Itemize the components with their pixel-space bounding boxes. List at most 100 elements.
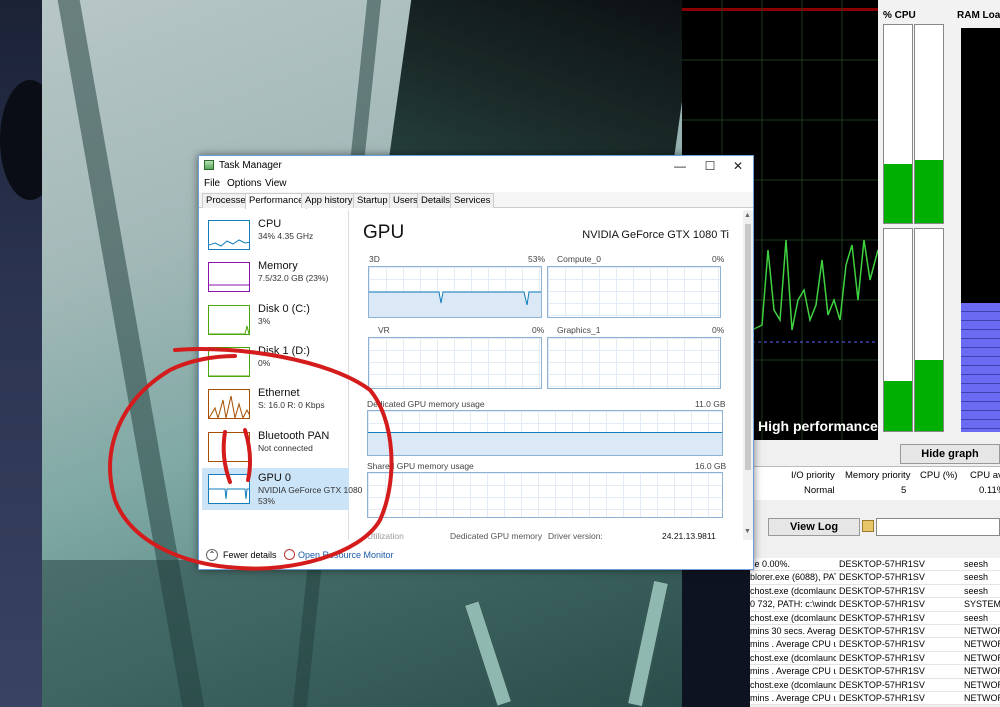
log-row[interactable]: se 0.00%. DESKTOP-57HR1SV seesh xyxy=(750,558,1000,572)
column-header[interactable]: CPU avg xyxy=(970,470,1000,481)
sidebar-item-detail: Not connected xyxy=(258,442,313,453)
view-log-row: View Log xyxy=(750,516,1000,538)
log-computer: DESKTOP-57HR1SV xyxy=(839,585,925,596)
io-priority-value: Normal xyxy=(804,485,835,496)
cpu-bar-bottom xyxy=(883,228,913,432)
log-computer: DESKTOP-57HR1SV xyxy=(839,679,925,690)
log-row[interactable]: chost.exe (dcomlaunch -p) (900), PATH...… xyxy=(750,611,1000,625)
sidebar-item-gpu-0[interactable]: GPU 0 NVIDIA GeForce GTX 1080 53% xyxy=(202,467,362,510)
maximize-button[interactable]: ☐ xyxy=(695,156,725,176)
engine-label-compute[interactable]: Compute_0 xyxy=(557,254,601,264)
log-row[interactable]: 0 732, PATH: c:\windows\system32\svc...D… xyxy=(750,598,1000,612)
cpu-bar-fill xyxy=(915,360,943,431)
sidebar-item-disk-0-c[interactable]: Disk 0 (C:) 3% xyxy=(202,299,349,341)
tab-services[interactable]: Services xyxy=(450,193,495,208)
minimize-button[interactable]: — xyxy=(665,156,695,176)
resource-sidebar: CPU 34% 4.35 GHz Memory 7.5/32.0 GB (23%) Di… xyxy=(199,210,362,540)
graph-shared-memory xyxy=(367,472,723,518)
gpu-model: NVIDIA GeForce GTX 1080 Ti xyxy=(582,229,729,241)
log-user: seesh xyxy=(964,572,989,583)
sidebar-item-disk-1-d[interactable]: Disk 1 (D:) 0% xyxy=(202,341,349,383)
engine-label-3d[interactable]: 3D xyxy=(369,254,380,264)
graph-vr xyxy=(368,337,542,389)
scroll-up-icon[interactable]: ▲ xyxy=(744,212,751,219)
sidebar-item-detail: 3% xyxy=(258,315,271,326)
view-log-button[interactable]: View Log xyxy=(768,518,860,536)
gpu-detail-pane: GPU NVIDIA GeForce GTX 1080 Ti 3D 53% Co… xyxy=(351,210,743,541)
engine-value-compute: 0% xyxy=(712,254,725,264)
sidebar-item-name: GPU 0 xyxy=(258,471,292,484)
engine-label-vr[interactable]: VR xyxy=(378,325,390,335)
sidebar-item-detail: S: 16.0 R: 0 Kbps xyxy=(258,400,325,411)
tab-details[interactable]: Details xyxy=(417,193,455,208)
sidebar-item-memory[interactable]: Memory 7.5/32.0 GB (23%) xyxy=(202,256,349,298)
log-row[interactable]: chost.exe (dcomlaunch -p) (900), PATH...… xyxy=(750,584,1000,599)
tab-app-history[interactable]: App history xyxy=(301,193,357,208)
menu-options[interactable]: Options xyxy=(227,178,261,189)
log-row[interactable]: mins . Average CPU use 0.00%.DESKTOP-57H… xyxy=(750,638,1000,652)
log-event: chost.exe (dcomlaunch -p) (900), PATH... xyxy=(750,679,836,690)
log-user: NETWOR... xyxy=(964,666,1000,677)
sparkline-thumbnail xyxy=(208,304,250,335)
column-header[interactable]: Memory priority xyxy=(845,470,910,481)
column-header[interactable]: I/O priority xyxy=(791,470,835,481)
open-resource-monitor-link[interactable]: Open Resource Monitor xyxy=(298,550,394,560)
sparkline-path xyxy=(209,284,249,286)
tab-performance[interactable]: Performance xyxy=(245,193,308,209)
tab-startup[interactable]: Startup xyxy=(353,193,392,208)
log-event: chost.exe (dcomlaunch -p) (900), PATH... xyxy=(750,652,836,663)
tab-bar: Processes Performance App history Startu… xyxy=(199,192,753,209)
log-user: NETWOR... xyxy=(964,652,1000,663)
log-computer: DESKTOP-57HR1SV xyxy=(839,666,925,677)
cpu-bar-top xyxy=(914,24,944,224)
sidebar-item-name: Memory xyxy=(258,260,298,273)
shared-memory-label: Shared GPU memory usage xyxy=(367,461,474,471)
cpu-bar-top xyxy=(883,24,913,224)
scroll-thumb[interactable] xyxy=(745,224,751,470)
sparkline-path xyxy=(209,325,249,334)
close-button[interactable]: ✕ xyxy=(723,156,753,176)
window-title: Task Manager xyxy=(219,160,282,171)
vertical-scrollbar[interactable]: ▲ ▼ xyxy=(743,210,753,540)
resource-monitor-icon[interactable] xyxy=(284,549,295,560)
title-bar[interactable]: Task Manager — ☐ ✕ xyxy=(199,156,753,176)
sparkline-thumbnail xyxy=(208,262,250,293)
cpu-bar-bottom xyxy=(914,228,944,432)
sidebar-item-ethernet[interactable]: Ethernet S: 16.0 R: 0 Kbps xyxy=(202,383,349,425)
ram-header: RAM Load xyxy=(957,10,1000,21)
log-row[interactable]: mins . Average CPU use 0.00%.DESKTOP-57H… xyxy=(750,665,1000,679)
fewer-details-link[interactable]: Fewer details xyxy=(223,550,277,560)
graph-3d-line xyxy=(369,291,541,317)
scroll-down-icon[interactable]: ▼ xyxy=(744,528,751,535)
menu-view[interactable]: View xyxy=(265,178,287,189)
sidebar-item-bluetooth-pan[interactable]: Bluetooth PAN Not connected xyxy=(202,426,349,468)
dedicated-memory-fill xyxy=(368,432,722,455)
sparkline-path xyxy=(209,375,249,376)
log-row[interactable]: chost.exe (dcomlaunch -p) (900), PATH...… xyxy=(750,651,1000,666)
dedicated-memory-label: Dedicated GPU memory usage xyxy=(367,399,485,409)
sidebar-item-detail: 7.5/32.0 GB (23%) xyxy=(258,273,329,284)
log-row[interactable]: chost.exe (dcomlaunch -p) (900), PATH...… xyxy=(750,678,1000,692)
column-header[interactable]: CPU (%) xyxy=(920,470,957,481)
sidebar-item-cpu[interactable]: CPU 34% 4.35 GHz xyxy=(202,214,349,256)
log-user: NETWOR... xyxy=(964,639,1000,650)
log-row[interactable]: mins 30 secs. Average CPU use 0.00%.DESK… xyxy=(750,624,1000,639)
window-footer: ⌃ Fewer details Open Resource Monitor xyxy=(199,543,753,569)
log-filter-input[interactable] xyxy=(876,518,1000,536)
hide-graph-button[interactable]: Hide graph xyxy=(900,444,1000,464)
log-user: NETWOR... xyxy=(964,625,1000,636)
priority-table: I/O priority Memory priority CPU (%) CPU… xyxy=(750,466,1000,500)
engine-value-3d: 53% xyxy=(528,254,546,264)
cpu-avg-value: 0.11% xyxy=(979,485,1000,496)
folder-icon[interactable] xyxy=(862,520,874,532)
cpu-bars-panel: % CPU xyxy=(878,0,953,440)
sparkline-thumbnail xyxy=(208,473,250,504)
log-row[interactable]: mins . Average CPU use 0.00%.DESKTOP-57H… xyxy=(750,691,1000,706)
log-computer: DESKTOP-57HR1SV xyxy=(839,559,925,569)
chevron-up-icon[interactable]: ⌃ xyxy=(206,549,218,561)
log-row[interactable]: blorer.exe (6088), PATH: C:\WINDOWS\...D… xyxy=(750,571,1000,585)
menu-file[interactable]: File xyxy=(204,178,220,189)
log-user: seesh xyxy=(964,559,989,569)
engine-label-graphics[interactable]: Graphics_1 xyxy=(557,325,600,335)
sparkline-thumbnail xyxy=(208,346,250,377)
